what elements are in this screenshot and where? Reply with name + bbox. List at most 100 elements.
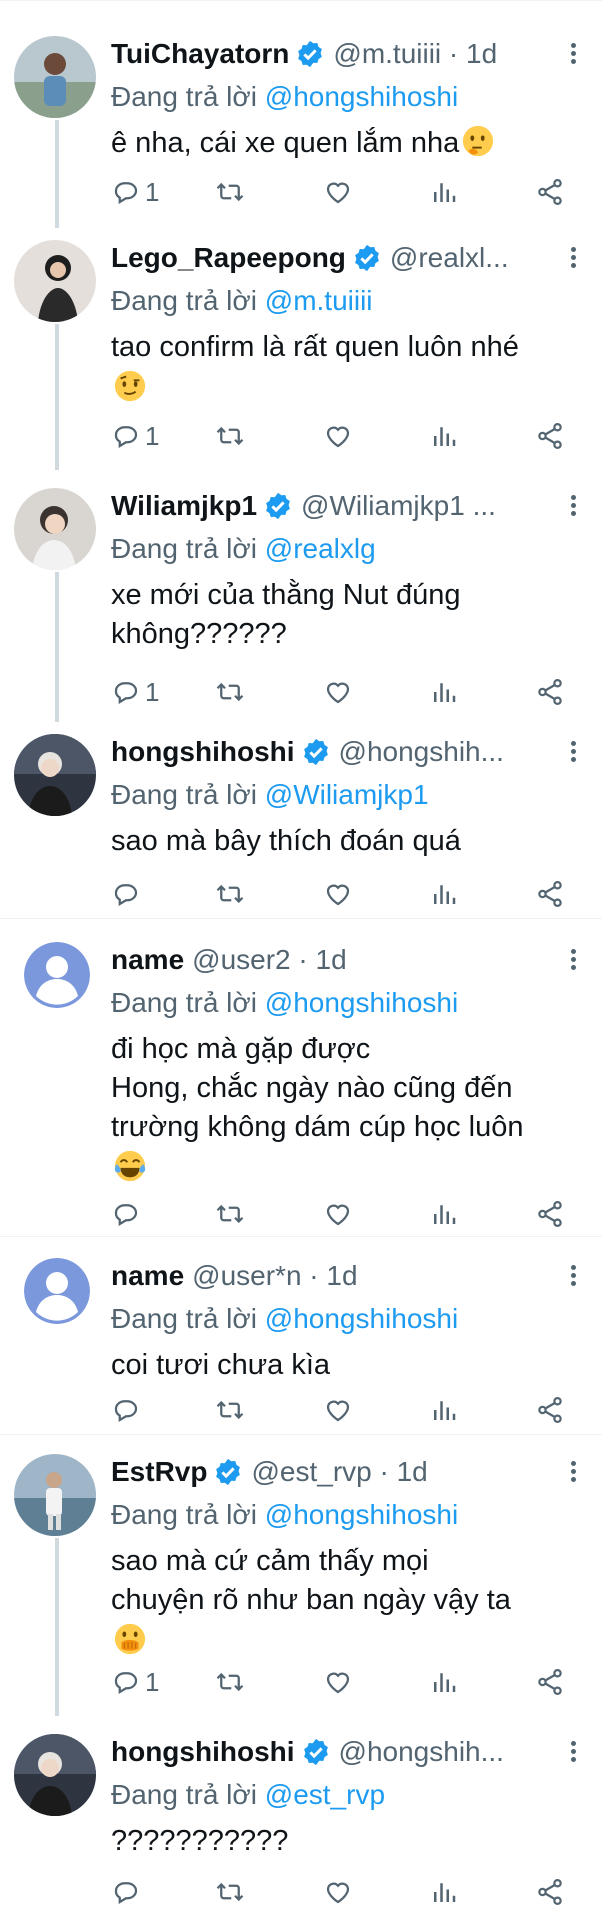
replying-to-mention[interactable]: @m.tuiiii <box>265 285 373 316</box>
more-options-icon[interactable] <box>568 1458 578 1488</box>
display-name[interactable]: name <box>111 1260 184 1292</box>
display-name[interactable]: name <box>111 944 184 976</box>
reply-text-line: trường không dám cúp học luôn <box>111 1111 524 1143</box>
like-button[interactable] <box>323 1194 353 1234</box>
reply-item[interactable]: EstRvp @est_rvp · 1d Đang trả lời @hongs… <box>0 1444 602 1716</box>
reply-button[interactable] <box>111 874 141 914</box>
more-options-icon[interactable] <box>568 946 578 976</box>
views-button[interactable] <box>429 1390 459 1430</box>
retweet-button[interactable] <box>215 672 245 712</box>
display-name[interactable]: hongshihoshi <box>111 736 295 768</box>
share-button[interactable] <box>535 1872 565 1912</box>
like-button[interactable] <box>323 874 353 914</box>
replying-prefix: Đang trả lời <box>111 285 257 316</box>
reply-item[interactable]: name @user*n · 1d Đang trả lời @hongshih… <box>0 1248 602 1432</box>
more-options-icon[interactable] <box>568 1738 578 1768</box>
like-button[interactable] <box>323 672 353 712</box>
retweet-icon <box>216 682 244 702</box>
avatar[interactable] <box>24 1258 90 1324</box>
heart-icon <box>326 1204 350 1226</box>
retweet-button[interactable] <box>215 172 245 212</box>
avatar[interactable] <box>24 942 90 1008</box>
heart-icon <box>326 1672 350 1694</box>
views-button[interactable] <box>429 1872 459 1912</box>
views-button[interactable] <box>429 416 459 456</box>
more-options-icon[interactable] <box>568 40 578 70</box>
more-options-icon[interactable] <box>568 1262 578 1292</box>
analytics-icon <box>434 1673 456 1692</box>
like-button[interactable] <box>323 1390 353 1430</box>
display-name[interactable]: Lego_Rapeepong <box>111 242 346 274</box>
reply-item[interactable]: hongshihoshi @hongshih... Đang trả lời @… <box>0 724 602 914</box>
reply-button[interactable] <box>111 1390 141 1430</box>
reply-item[interactable]: TuiChayatorn @m.tuiiii · 1d Đang trả lời… <box>0 26 602 228</box>
replying-to-mention[interactable]: @hongshihoshi <box>265 81 458 112</box>
retweet-button[interactable] <box>215 874 245 914</box>
reply-button[interactable]: 1 <box>111 416 159 456</box>
retweet-icon <box>216 426 244 446</box>
retweet-button[interactable] <box>215 416 245 456</box>
share-button[interactable] <box>535 874 565 914</box>
reply-text-line: chuyện rõ như ban ngày vậy ta <box>111 1584 511 1616</box>
like-button[interactable] <box>323 172 353 212</box>
divider <box>0 1236 602 1237</box>
retweet-button[interactable] <box>215 1390 245 1430</box>
retweet-button[interactable] <box>215 1872 245 1912</box>
replying-to-mention[interactable]: @realxlg <box>265 533 376 564</box>
avatar[interactable] <box>14 488 96 570</box>
views-button[interactable] <box>429 172 459 212</box>
reply-button[interactable]: 1 <box>111 1662 159 1702</box>
share-button[interactable] <box>535 1194 565 1234</box>
replying-to-mention[interactable]: @est_rvp <box>265 1779 385 1810</box>
analytics-icon <box>434 183 456 202</box>
views-button[interactable] <box>429 1194 459 1234</box>
replying-to-mention[interactable]: @hongshihoshi <box>265 987 458 1018</box>
display-name[interactable]: Wiliamjkp1 <box>111 490 257 522</box>
reply-count: 1 <box>145 676 160 707</box>
more-options-icon[interactable] <box>568 492 578 522</box>
handle-and-time: @user2 · 1d <box>192 944 347 975</box>
avatar[interactable] <box>14 36 96 118</box>
avatar[interactable] <box>14 1454 96 1536</box>
more-options-icon[interactable] <box>568 738 578 768</box>
display-name[interactable]: hongshihoshi <box>111 1736 295 1768</box>
reply-item[interactable]: name @user2 · 1d Đang trả lời @hongshiho… <box>0 932 602 1232</box>
reply-item[interactable]: hongshihoshi @hongshih... Đang trả lời @… <box>0 1724 602 1914</box>
reply-button[interactable] <box>111 1872 141 1912</box>
handle-and-time: @user*n · 1d <box>192 1260 358 1291</box>
reply-button[interactable] <box>111 1194 141 1234</box>
like-button[interactable] <box>323 1662 353 1702</box>
like-button[interactable] <box>323 416 353 456</box>
retweet-icon <box>216 1204 244 1224</box>
verified-badge-icon <box>303 738 328 766</box>
display-name[interactable]: EstRvp <box>111 1456 207 1488</box>
retweet-button[interactable] <box>215 1662 245 1702</box>
analytics-icon <box>434 885 456 904</box>
reply-button[interactable]: 1 <box>111 172 159 212</box>
views-button[interactable] <box>429 672 459 712</box>
replying-prefix: Đang trả lời <box>111 1499 257 1530</box>
views-button[interactable] <box>429 874 459 914</box>
reply-button[interactable]: 1 <box>111 672 159 712</box>
reply-text: ??????????? <box>111 1822 588 1861</box>
display-name[interactable]: TuiChayatorn <box>111 38 289 70</box>
views-button[interactable] <box>429 1662 459 1702</box>
share-button[interactable] <box>535 172 565 212</box>
retweet-button[interactable] <box>215 1194 245 1234</box>
reply-item[interactable]: Wiliamjkp1 @Wiliamjkp1 ... Đang trả lời … <box>0 478 602 722</box>
share-button[interactable] <box>535 416 565 456</box>
reply-text-line: ??????????? <box>111 1825 289 1857</box>
more-options-icon[interactable] <box>568 244 578 274</box>
replying-to-mention[interactable]: @hongshihoshi <box>265 1303 458 1334</box>
replying-to-mention[interactable]: @Wiliamjkp1 <box>265 779 429 810</box>
retweet-icon <box>216 1672 244 1692</box>
reply-item[interactable]: Lego_Rapeepong @realxl... Đang trả lời @… <box>0 230 602 470</box>
share-button[interactable] <box>535 672 565 712</box>
avatar[interactable] <box>14 240 96 322</box>
avatar[interactable] <box>14 734 96 816</box>
like-button[interactable] <box>323 1872 353 1912</box>
share-button[interactable] <box>535 1662 565 1702</box>
share-button[interactable] <box>535 1390 565 1430</box>
replying-to-mention[interactable]: @hongshihoshi <box>265 1499 458 1530</box>
avatar[interactable] <box>14 1734 96 1816</box>
